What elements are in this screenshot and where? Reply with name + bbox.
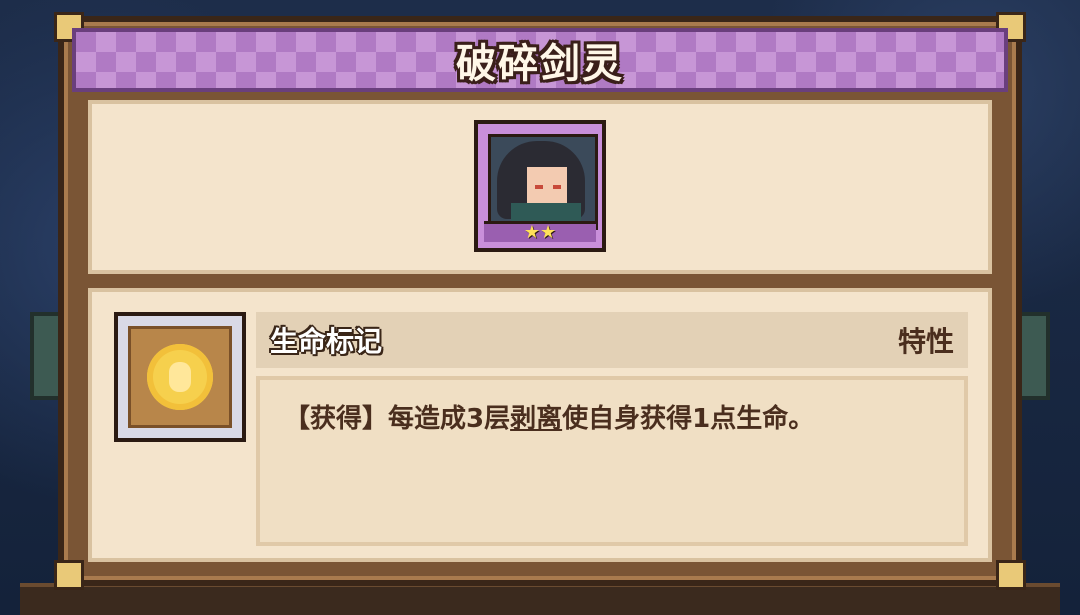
trait-name: 生命标记 — [270, 325, 383, 358]
title-bar: 破碎剑灵 — [72, 28, 1008, 92]
background-floor — [20, 583, 1060, 615]
dialog-title: 破碎剑灵 — [456, 41, 624, 87]
description-keyword[interactable]: 剥离 — [510, 404, 562, 434]
life-mark-glyph — [147, 344, 213, 410]
eye-shape — [535, 185, 543, 189]
star-rating: ★ ★ — [484, 221, 596, 242]
description-prefix: 【获得】每造成3层 — [284, 404, 511, 434]
character-portrait-icon[interactable]: ★ ★ — [474, 120, 606, 252]
star-icon: ★ — [540, 222, 557, 243]
trait-description: 【获得】每造成3层剥离使自身获得1点生命。 — [284, 398, 940, 435]
character-info-dialog: 破碎剑灵 ★ ★ 生命标记 特性 【获得】每造成3层剥离使自身获得1点生命。 — [54, 12, 1026, 590]
portrait-image — [488, 134, 598, 230]
trait-section: 生命标记 特性 【获得】每造成3层剥离使自身获得1点生命。 — [88, 288, 992, 562]
corner-ornament — [996, 560, 1026, 590]
trait-description-box: 【获得】每造成3层剥离使自身获得1点生命。 — [256, 376, 968, 546]
portrait-section: ★ ★ — [88, 100, 992, 274]
eye-shape — [553, 185, 561, 189]
star-icon: ★ — [523, 222, 540, 243]
face-shape — [527, 167, 567, 205]
corner-ornament — [54, 560, 84, 590]
description-suffix: 使自身获得1点生命。 — [562, 404, 815, 434]
trait-type-label: 特性 — [897, 325, 954, 358]
life-mark-icon — [128, 326, 232, 428]
trait-header: 生命标记 特性 — [256, 312, 968, 368]
trait-icon-frame[interactable] — [114, 312, 246, 442]
